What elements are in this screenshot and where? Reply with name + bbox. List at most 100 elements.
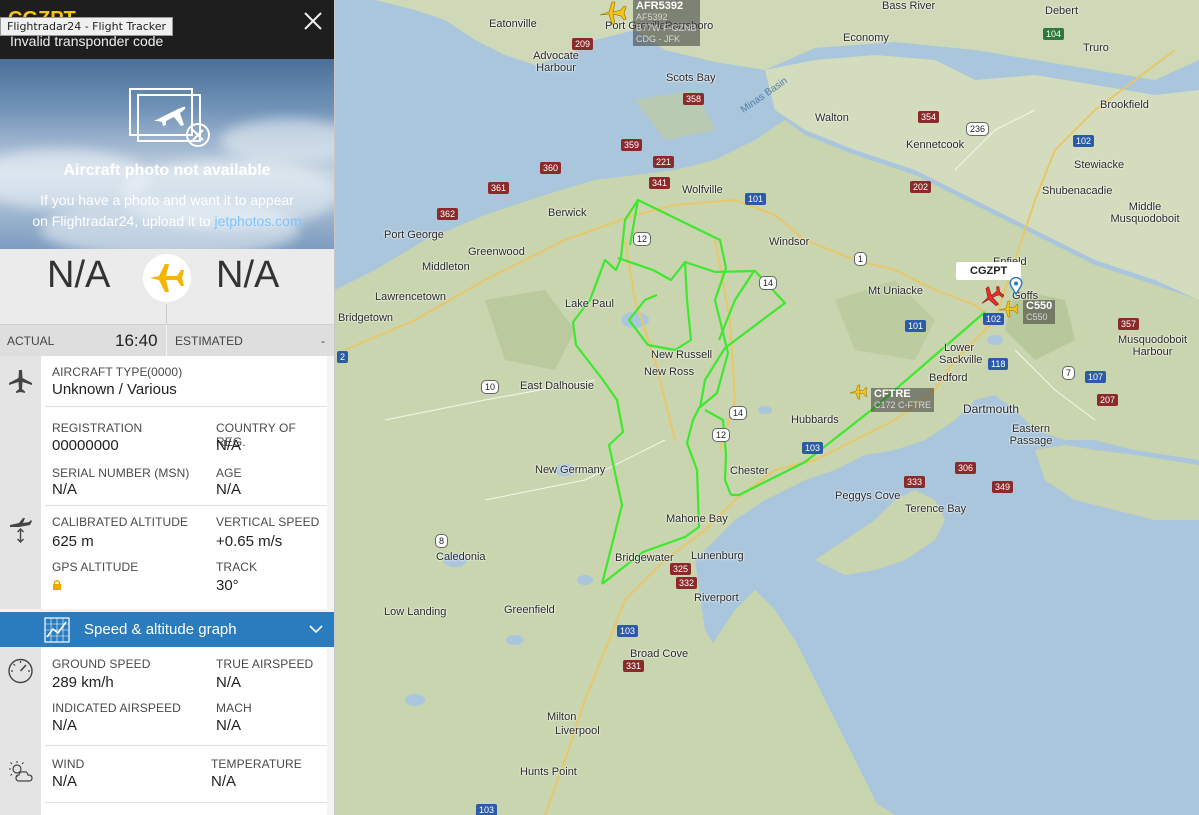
true-airspeed-value: N/A: [216, 674, 242, 691]
place-label: Riverport: [694, 592, 739, 604]
place-label: Mahone Bay: [666, 513, 728, 525]
temperature-value: N/A: [211, 773, 237, 790]
aircraft-callsign: AFR5392: [636, 0, 684, 12]
place-label: Eatonville: [489, 18, 537, 30]
place-label: Scots Bay: [666, 72, 716, 84]
road-shield: 118: [988, 358, 1009, 370]
aircraft-flight: AF5392: [636, 12, 668, 22]
age-label: AGE: [216, 466, 242, 480]
serial-label: SERIAL NUMBER (MSN): [52, 466, 190, 480]
ground-speed-label: GROUND SPEED: [52, 657, 151, 671]
road-shield: 12: [712, 428, 731, 442]
place-label: Bedford: [929, 372, 968, 384]
weather-icon: [9, 761, 33, 782]
road-shield: 14: [759, 276, 778, 290]
road-shield: 362: [437, 208, 459, 220]
aircraft-label[interactable]: C550 C550: [1023, 300, 1056, 324]
airplane-marker-icon[interactable]: [597, 0, 627, 28]
panel-header: CGZPT Invalid transponder code Flightrad…: [0, 0, 334, 59]
place-label: Windsor: [769, 236, 810, 248]
airplane-marker-icon[interactable]: [848, 382, 868, 402]
aircraft-type-code: (0000): [147, 365, 183, 379]
place-label: Middleton: [422, 261, 470, 273]
place-label: Lake Paul: [565, 298, 614, 310]
mach-label: MACH: [216, 701, 252, 715]
track-value: 30°: [216, 577, 239, 594]
time-row: ACTUAL 16:40 ESTIMATED -: [0, 324, 334, 357]
lock-icon[interactable]: [52, 579, 62, 591]
place-label: Lunenburg: [691, 550, 744, 562]
speed-altitude-graph-toggle[interactable]: Speed & altitude graph: [0, 612, 334, 647]
aircraft-label[interactable]: AFR5392 AF5392 B77W F-GZNB CDG - JFK: [633, 0, 700, 46]
actual-label: ACTUAL: [7, 334, 55, 348]
road-shield: 349: [992, 481, 1014, 493]
road-shield: 101: [905, 320, 927, 332]
road-shield: 103: [476, 804, 498, 815]
place-label: Chester: [730, 465, 769, 477]
place-label: Bridgewater: [615, 552, 674, 564]
place-label: East Dalhousie: [520, 380, 594, 392]
place-label: Brookfield: [1100, 99, 1149, 111]
true-airspeed-label: TRUE AIRSPEED: [216, 657, 314, 671]
aircraft-type-reg: C172 C-FTRE: [874, 400, 932, 410]
speed-section: GROUND SPEED 289 km/h TRUE AIRSPEED N/A …: [0, 647, 334, 815]
photo-upload-hint: If you have a photo and want it to appea…: [0, 190, 334, 232]
aircraft-details-content: AIRCRAFT TYPE (0000) Unknown / Various R…: [41, 356, 327, 609]
place-label: Terence Bay: [905, 503, 967, 515]
calibrated-altitude-label: CALIBRATED ALTITUDE: [52, 515, 189, 529]
place-label: Broad Cove: [630, 648, 689, 660]
calibrated-altitude-value: 625 m: [52, 533, 94, 550]
vertical-speed-value: +0.65 m/s: [216, 533, 283, 550]
road-shield: 360: [540, 162, 562, 174]
place-label: Caledonia: [436, 551, 486, 563]
actual-time: 16:40: [115, 331, 158, 350]
road-shield: 236: [966, 122, 990, 136]
road-shield: 221: [653, 156, 675, 168]
road-shield: 1: [854, 252, 868, 266]
road-shield: 101: [745, 193, 767, 205]
vertical-speed-label: VERTICAL SPEED: [216, 515, 320, 529]
gps-altitude-label: GPS ALTITUDE: [52, 560, 139, 574]
road-shield: 12: [633, 232, 652, 246]
place-label: Shubenacadie: [1042, 185, 1113, 197]
road-shield: 202: [910, 181, 932, 193]
map-view[interactable]: Eatonville Port Greville Parrsboro Advoc…: [335, 0, 1199, 815]
road-shield: 331: [623, 660, 645, 672]
road-shield: 361: [488, 182, 510, 194]
aircraft-type-label: AIRCRAFT TYPE: [52, 365, 148, 379]
place-label: Advocate Harbour: [533, 50, 579, 74]
place-label: Eastern Passage: [1009, 423, 1053, 447]
road-shield: 107: [1085, 371, 1107, 383]
place-label: Liverpool: [555, 725, 600, 737]
selected-airplane-icon[interactable]: [978, 284, 1004, 310]
road-shield: 341: [649, 177, 671, 189]
aircraft-type: C550: [1026, 312, 1048, 322]
jetphotos-link[interactable]: jetphotos.com: [214, 213, 301, 229]
road-shield: 358: [683, 93, 705, 105]
aircraft-type-value: Unknown / Various: [52, 381, 177, 398]
aircraft-photo-placeholder: Aircraft photo not available If you have…: [0, 59, 334, 249]
aircraft-details-section: AIRCRAFT TYPE (0000) Unknown / Various R…: [0, 356, 334, 609]
place-label: New Germany: [535, 464, 606, 476]
map-canvas[interactable]: [335, 0, 1199, 815]
road-shield: 332: [676, 577, 698, 589]
place-label: Middle Musquodoboit: [1110, 201, 1180, 225]
place-label: Economy: [843, 32, 889, 44]
road-shield: 102: [1073, 135, 1095, 147]
aircraft-label[interactable]: CFTRE C172 C-FTRE: [871, 388, 935, 412]
road-shield: 14: [729, 406, 748, 420]
road-shield: 325: [670, 563, 692, 575]
place-label: Lawrencetown: [375, 291, 446, 303]
indicated-airspeed-value: N/A: [52, 717, 78, 734]
place-label: Wolfville: [682, 184, 723, 196]
wind-label: WIND: [52, 757, 85, 771]
divider: [45, 505, 327, 506]
place-label: New Russell: [651, 349, 713, 361]
map-pin-icon[interactable]: [1009, 277, 1023, 295]
road-shield: 8: [435, 534, 449, 548]
place-label: Kennetcook: [906, 139, 965, 151]
airplane-icon: [9, 370, 32, 393]
close-icon[interactable]: [300, 8, 326, 34]
place-label: Bass River: [882, 0, 936, 12]
place-label: Hubbards: [791, 414, 839, 426]
